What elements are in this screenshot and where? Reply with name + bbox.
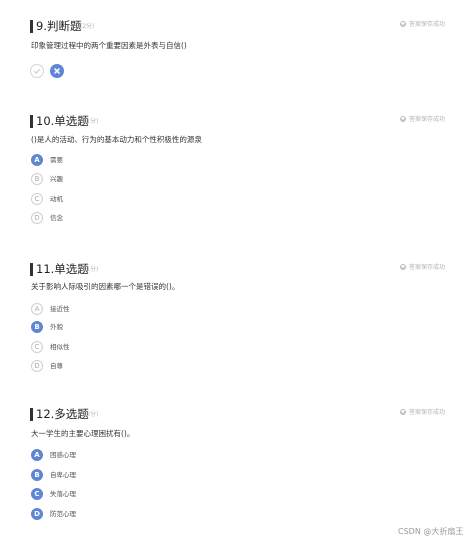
option-letter: D (31, 212, 43, 224)
question-score: (2分) (84, 411, 99, 418)
question-stem: 印象管理过程中的两个重要因素是外表与自信() (31, 41, 187, 50)
save-status-text: 答案保存成功 (409, 21, 446, 28)
question-number: 9.判断题 (36, 19, 82, 33)
check-circle-icon (400, 21, 406, 27)
check-icon (33, 68, 41, 74)
question-stem: ()是人的活动、行为的基本动力和个性积极性的源泉 (31, 135, 202, 144)
option-letter: B (31, 469, 43, 481)
option-text: 外貌 (50, 323, 63, 331)
option-letter: B (31, 321, 43, 333)
option-letter: C (31, 488, 43, 500)
option-d[interactable]: D 防范心理 (31, 508, 231, 522)
option-letter: A (31, 154, 43, 166)
question-number: 10.单选题 (36, 114, 89, 128)
option-b[interactable]: B 兴趣 (31, 173, 231, 187)
question-header: 10.单选题 (1分) 答案保存成功 (0, 113, 474, 133)
question-marker (30, 263, 33, 276)
option-text: 兴趣 (50, 175, 63, 183)
option-a[interactable]: A 困惑心理 (31, 449, 231, 463)
option-text: 动机 (50, 195, 63, 203)
answer-false-button[interactable] (50, 64, 64, 78)
question-header: 11.单选题 (1分) 答案保存成功 (0, 261, 474, 281)
option-text: 自尊 (50, 362, 63, 370)
option-letter: C (31, 341, 43, 353)
option-d[interactable]: D 自尊 (31, 360, 231, 374)
option-text: 相似性 (50, 343, 70, 351)
option-text: 困惑心理 (50, 451, 76, 459)
option-letter: A (31, 449, 43, 461)
question-stem: 大一学生的主要心理困扰有()。 (31, 429, 135, 438)
answer-true-button[interactable] (30, 64, 44, 78)
option-letter: D (31, 360, 43, 372)
option-letter: A (31, 303, 43, 315)
question-marker (30, 408, 33, 421)
question-number: 12.多选题 (36, 407, 89, 421)
option-letter: D (31, 508, 43, 520)
option-text: 需要 (50, 156, 63, 164)
question-stem: 关于影响人际吸引的因素哪一个是错误的()。 (31, 282, 180, 291)
option-c[interactable]: C 动机 (31, 193, 231, 207)
watermark: CSDN @大折扇王 (398, 527, 464, 536)
option-b[interactable]: B 自卑心理 (31, 469, 231, 483)
question-header: 12.多选题 (2分) 答案保存成功 (0, 406, 474, 426)
option-text: 失落心理 (50, 490, 76, 498)
option-letter: C (31, 193, 43, 205)
option-a[interactable]: A 需要 (31, 154, 231, 168)
option-text: 防范心理 (50, 510, 76, 518)
question-marker (30, 115, 33, 128)
check-circle-icon (400, 116, 406, 122)
option-letter: B (31, 173, 43, 185)
save-status-text: 答案保存成功 (409, 264, 446, 271)
option-b[interactable]: B 外貌 (31, 321, 231, 335)
option-text: 自卑心理 (50, 471, 76, 479)
option-text: 接近性 (50, 305, 70, 313)
question-header: 9.判断题 (2分) 答案保存成功 (0, 18, 474, 38)
option-d[interactable]: D 信念 (31, 212, 231, 226)
check-circle-icon (400, 264, 406, 270)
option-c[interactable]: C 相似性 (31, 341, 231, 355)
question-score: (1分) (84, 118, 99, 125)
save-status-text: 答案保存成功 (409, 409, 446, 416)
cross-icon (54, 68, 60, 74)
question-score: (2分) (80, 23, 95, 30)
question-number: 11.单选题 (36, 262, 89, 276)
option-text: 信念 (50, 214, 63, 222)
check-circle-icon (400, 409, 406, 415)
question-score: (1分) (84, 266, 99, 273)
save-status-text: 答案保存成功 (409, 116, 446, 123)
option-c[interactable]: C 失落心理 (31, 488, 231, 502)
option-a[interactable]: A 接近性 (31, 303, 231, 317)
question-marker (30, 20, 33, 33)
